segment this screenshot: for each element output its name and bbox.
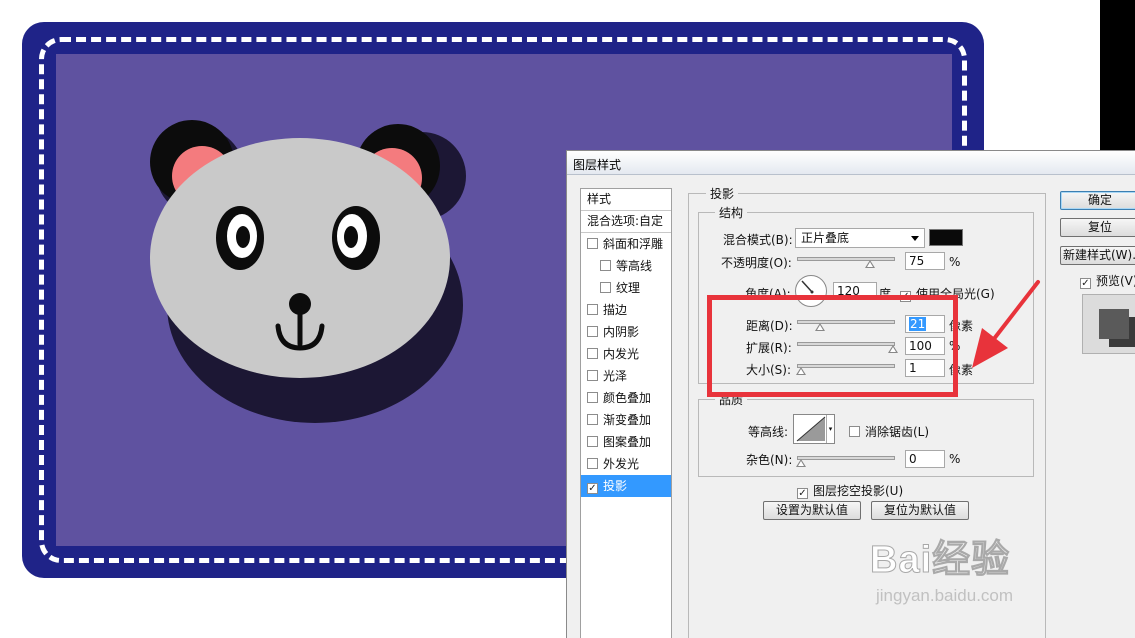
styles-list: 样式 混合选项:自定 斜面和浮雕等高线纹理描边内阴影内发光光泽颜色叠加渐变叠加图… (580, 188, 672, 638)
style-checkbox-icon[interactable] (587, 304, 598, 315)
blend-mode-label: 混合模式(B): (723, 233, 793, 247)
style-checkbox-icon[interactable] (587, 414, 598, 425)
style-checkbox-icon[interactable] (587, 348, 598, 359)
anti-alias-check-icon (849, 426, 860, 437)
style-item[interactable]: 等高线 (581, 255, 671, 277)
style-item[interactable]: 斜面和浮雕 (581, 233, 671, 255)
opacity-unit: % (949, 255, 961, 269)
style-item-label: 光泽 (603, 369, 628, 383)
style-checkbox-icon[interactable]: ✓ (587, 483, 598, 494)
blend-mode-select[interactable]: 正片叠底 (795, 228, 925, 248)
style-item-label: 等高线 (616, 259, 653, 273)
styles-header[interactable]: 样式 (581, 189, 671, 211)
reset-button[interactable]: 复位 (1060, 218, 1135, 237)
style-item[interactable]: ✓ 投影 (581, 475, 671, 497)
style-checkbox-icon[interactable] (600, 260, 611, 271)
style-item[interactable]: 内阴影 (581, 321, 671, 343)
preview-checkbox[interactable]: ✓ 预览(V) (1080, 272, 1135, 289)
style-item-label: 纹理 (616, 281, 641, 295)
highlight-box (707, 295, 958, 397)
noise-slider-thumb[interactable] (796, 459, 806, 467)
contour-picker[interactable]: ▾ (793, 414, 835, 444)
style-checkbox-icon[interactable] (587, 436, 598, 447)
dialog-titlebar[interactable]: 图层样式 (567, 151, 1135, 175)
style-checkbox-icon[interactable] (587, 392, 598, 403)
preview-label: 预览(V) (1096, 274, 1135, 288)
style-checkbox-icon[interactable] (587, 458, 598, 469)
style-item-label: 投影 (603, 479, 628, 493)
baidu-watermark: Bai经验 jingyan.baidu.com (869, 528, 1080, 618)
red-arrow-icon (972, 280, 1040, 368)
contour-label: 等高线: (748, 425, 789, 439)
style-item-label: 外发光 (603, 457, 640, 471)
knockout-checkbox[interactable]: ✓ 图层挖空投影(U) (797, 482, 903, 499)
screenshot-stage: 图层样式 样式 混合选项:自定 斜面和浮雕等高线纹理描边内阴影内发光光泽颜色叠加… (0, 0, 1135, 638)
style-item-label: 图案叠加 (603, 435, 652, 449)
style-item[interactable]: 外发光 (581, 453, 671, 475)
style-item[interactable]: 纹理 (581, 277, 671, 299)
style-checkbox-icon[interactable] (600, 282, 611, 293)
watermark-url: jingyan.baidu.com (876, 586, 1014, 605)
ok-button[interactable]: 确定 (1060, 191, 1135, 210)
style-item-label: 斜面和浮雕 (603, 237, 664, 251)
style-item-label: 内阴影 (603, 325, 640, 339)
style-preview-thumbnail (1082, 294, 1135, 354)
dialog-title: 图层样式 (573, 158, 622, 172)
style-item[interactable]: 渐变叠加 (581, 409, 671, 431)
style-items: 斜面和浮雕等高线纹理描边内阴影内发光光泽颜色叠加渐变叠加图案叠加外发光 ✓ 投影 (581, 233, 671, 497)
style-item[interactable]: 图案叠加 (581, 431, 671, 453)
style-item[interactable]: 描边 (581, 299, 671, 321)
contour-linear-icon (796, 416, 826, 442)
reset-default-button[interactable]: 复位为默认值 (871, 501, 969, 520)
noise-slider[interactable] (796, 456, 895, 467)
opacity-slider-thumb[interactable] (865, 260, 875, 268)
chevron-down-icon: ▾ (826, 415, 834, 443)
noise-label: 杂色(N): (746, 453, 793, 467)
knockout-label: 图层挖空投影(U) (813, 484, 904, 498)
drop-shadow-title: 投影 (706, 185, 739, 202)
panda-illustration (150, 120, 466, 423)
opacity-input[interactable]: 75 (905, 252, 945, 270)
style-item[interactable]: 内发光 (581, 343, 671, 365)
blend-options-item[interactable]: 混合选项:自定 (581, 211, 671, 233)
canvas-edge-strip (1100, 0, 1135, 152)
preview-square (1099, 309, 1129, 339)
set-default-button[interactable]: 设置为默认值 (763, 501, 861, 520)
style-item-label: 描边 (603, 303, 628, 317)
preview-check-icon: ✓ (1080, 278, 1091, 289)
style-item[interactable]: 颜色叠加 (581, 387, 671, 409)
style-item[interactable]: 光泽 (581, 365, 671, 387)
anti-alias-label: 消除锯齿(L) (865, 425, 930, 439)
style-item-label: 内发光 (603, 347, 640, 361)
noise-unit: % (949, 452, 961, 466)
anti-alias-checkbox[interactable]: 消除锯齿(L) (849, 423, 929, 440)
style-item-label: 渐变叠加 (603, 413, 652, 427)
shadow-color-swatch[interactable] (929, 229, 963, 246)
structure-title: 结构 (715, 204, 748, 221)
noise-value: 0 (909, 452, 917, 466)
knockout-check-icon: ✓ (797, 488, 808, 499)
style-checkbox-icon[interactable] (587, 238, 598, 249)
opacity-slider[interactable] (797, 257, 895, 268)
noise-input[interactable]: 0 (905, 450, 945, 468)
watermark-brand: Bai经验 (869, 539, 1011, 582)
blend-mode-value: 正片叠底 (801, 231, 850, 245)
chevron-down-icon (911, 236, 919, 241)
style-item-label: 颜色叠加 (603, 391, 652, 405)
style-checkbox-icon[interactable] (587, 326, 598, 337)
new-style-button[interactable]: 新建样式(W)... (1060, 246, 1135, 265)
opacity-label: 不透明度(O): (721, 256, 792, 270)
opacity-value: 75 (909, 254, 925, 268)
style-checkbox-icon[interactable] (587, 370, 598, 381)
